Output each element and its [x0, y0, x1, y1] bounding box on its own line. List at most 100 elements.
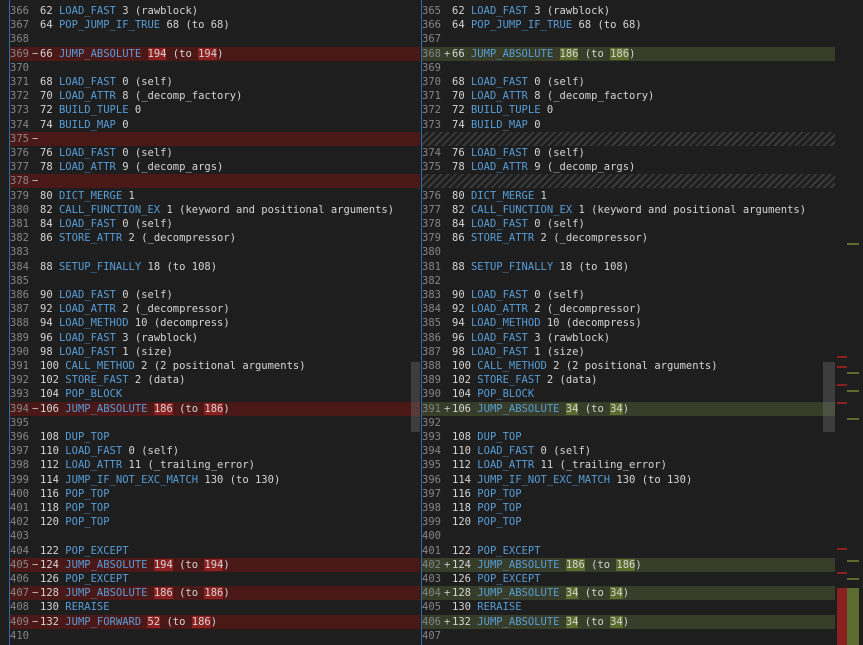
- code-line[interactable]: 384 88 SETUP_FINALLY 18 (to 108): [10, 260, 420, 274]
- code-line[interactable]: 390 104 POP_BLOCK: [422, 387, 835, 401]
- code-line[interactable]: 393 108 DUP_TOP: [422, 430, 835, 444]
- added-line[interactable]: 402 +124 JUMP_ABSOLUTE 186 (to 186): [422, 557, 835, 572]
- code-line[interactable]: 406 126 POP_EXCEPT: [10, 572, 420, 586]
- bytecode-offset: 82: [452, 203, 465, 216]
- code-line[interactable]: 377 78 LOAD_ATTR 9 (_decomp_args): [10, 160, 420, 174]
- code-line[interactable]: 401 118 POP_TOP: [10, 501, 420, 515]
- code-line[interactable]: 398 112 LOAD_ATTR 11 (_trailing_error): [10, 458, 420, 472]
- code-line[interactable]: 392: [422, 416, 835, 430]
- code-line[interactable]: 374 74 BUILD_MAP 0: [10, 118, 420, 132]
- code-line[interactable]: 365 62 LOAD_FAST 3 (rawblock): [422, 4, 835, 18]
- code-line[interactable]: 405 130 RERAISE: [422, 600, 835, 614]
- code-line[interactable]: 410: [10, 629, 420, 643]
- code-line[interactable]: 381 88 SETUP_FINALLY 18 (to 108): [422, 260, 835, 274]
- code-line[interactable]: 386 96 LOAD_FAST 3 (rawblock): [422, 331, 835, 345]
- code-line[interactable]: 367 64 POP_JUMP_IF_TRUE 68 (to 68): [10, 18, 420, 32]
- code-line[interactable]: 387 98 LOAD_FAST 1 (size): [422, 345, 835, 359]
- code-line[interactable]: 377 82 CALL_FUNCTION_EX 1 (keyword and po…: [422, 203, 835, 217]
- opcode-argument: 8: [122, 90, 129, 103]
- code-line[interactable]: 371 70 LOAD_ATTR 8 (_decomp_factory): [422, 89, 835, 103]
- code-line[interactable]: 385 94 LOAD_METHOD 10 (decompress): [422, 316, 835, 330]
- bytecode-offset: 88: [452, 260, 465, 273]
- code-line[interactable]: 370: [10, 61, 420, 75]
- alignment-gap[interactable]: [422, 174, 835, 189]
- code-line[interactable]: 390 98 LOAD_FAST 1 (size): [10, 345, 420, 359]
- code-line[interactable]: 407: [422, 629, 835, 643]
- code-line[interactable]: 400: [422, 529, 835, 543]
- code-line[interactable]: 389 96 LOAD_FAST 3 (rawblock): [10, 331, 420, 345]
- code-line[interactable]: 393 104 POP_BLOCK: [10, 387, 420, 401]
- code-line[interactable]: 373 74 BUILD_MAP 0: [422, 118, 835, 132]
- removed-line[interactable]: 375−: [10, 131, 420, 146]
- code-line[interactable]: 371 68 LOAD_FAST 0 (self): [10, 75, 420, 89]
- code-line[interactable]: 397 110 LOAD_FAST 0 (self): [10, 444, 420, 458]
- code-line[interactable]: 387 92 LOAD_ATTR 2 (_decompressor): [10, 302, 420, 316]
- code-line[interactable]: 404 122 POP_EXCEPT: [10, 544, 420, 558]
- removed-line[interactable]: 378−: [10, 174, 420, 189]
- code-line[interactable]: 369: [422, 61, 835, 75]
- code-line[interactable]: 399 114 JUMP_IF_NOT_EXC_MATCH 130 (to 130…: [10, 473, 420, 487]
- code-line[interactable]: 374 76 LOAD_FAST 0 (self): [422, 146, 835, 160]
- code-line[interactable]: 397 116 POP_TOP: [422, 487, 835, 501]
- code-line[interactable]: 380: [422, 245, 835, 259]
- modified-file-pane[interactable]: 365 62 LOAD_FAST 3 (rawblock) 366 64 POP_JU…: [422, 0, 835, 645]
- code-line[interactable]: 376 76 LOAD_FAST 0 (self): [10, 146, 420, 160]
- code-line[interactable]: 372 70 LOAD_ATTR 8 (_decomp_factory): [10, 89, 420, 103]
- code-line[interactable]: 403: [10, 529, 420, 543]
- removed-line[interactable]: 409−132 JUMP_FORWARD 52 (to 186): [10, 614, 420, 629]
- code-line[interactable]: 378 84 LOAD_FAST 0 (self): [422, 217, 835, 231]
- removed-line[interactable]: 405−124 JUMP_ABSOLUTE 194 (to 194): [10, 557, 420, 572]
- code-line[interactable]: 383: [10, 245, 420, 259]
- code-line[interactable]: 391 100 CALL_METHOD 2 (2 positional argum…: [10, 359, 420, 373]
- code-line[interactable]: 395: [10, 416, 420, 430]
- right-pane-scrollbar-thumb[interactable]: [823, 362, 835, 432]
- code-line[interactable]: 379 86 STORE_ATTR 2 (_decompressor): [422, 231, 835, 245]
- code-line[interactable]: 385: [10, 274, 420, 288]
- code-line[interactable]: 403 126 POP_EXCEPT: [422, 572, 835, 586]
- code-line[interactable]: 402 120 POP_TOP: [10, 515, 420, 529]
- diff-overview-ruler[interactable]: [835, 0, 863, 645]
- bytecode-offset: 112: [452, 459, 471, 472]
- code-line[interactable]: 395 112 LOAD_ATTR 11 (_trailing_error): [422, 458, 835, 472]
- code-line[interactable]: 381 84 LOAD_FAST 0 (self): [10, 217, 420, 231]
- code-line[interactable]: 375 78 LOAD_ATTR 9 (_decomp_args): [422, 160, 835, 174]
- code-line[interactable]: 399 120 POP_TOP: [422, 515, 835, 529]
- removed-line[interactable]: 394−106 JUMP_ABSOLUTE 186 (to 186): [10, 401, 420, 416]
- code-line[interactable]: 389 102 STORE_FAST 2 (data): [422, 373, 835, 387]
- code-line[interactable]: 398 118 POP_TOP: [422, 501, 835, 515]
- removed-line[interactable]: 369−66 JUMP_ABSOLUTE 194 (to 194): [10, 46, 420, 61]
- code-line[interactable]: 396 114 JUMP_IF_NOT_EXC_MATCH 130 (to 130…: [422, 473, 835, 487]
- left-pane-scrollbar-thumb[interactable]: [411, 362, 420, 432]
- code-line[interactable]: 396 108 DUP_TOP: [10, 430, 420, 444]
- original-file-pane[interactable]: 366 62 LOAD_FAST 3 (rawblock) 367 64 POP_JU…: [10, 0, 420, 645]
- code-line[interactable]: 394 110 LOAD_FAST 0 (self): [422, 444, 835, 458]
- alignment-gap[interactable]: [422, 131, 835, 146]
- code-line[interactable]: 368: [10, 32, 420, 46]
- removed-line[interactable]: 407−128 JUMP_ABSOLUTE 186 (to 186): [10, 586, 420, 601]
- code-line[interactable]: 383 90 LOAD_FAST 0 (self): [422, 288, 835, 302]
- code-line[interactable]: 366 64 POP_JUMP_IF_TRUE 68 (to 68): [422, 18, 835, 32]
- code-line[interactable]: 379 80 DICT_MERGE 1: [10, 189, 420, 203]
- added-line[interactable]: 406 +132 JUMP_ABSOLUTE 34 (to 34): [422, 614, 835, 629]
- code-line[interactable]: 366 62 LOAD_FAST 3 (rawblock): [10, 4, 420, 18]
- added-line[interactable]: 368 +66 JUMP_ABSOLUTE 186 (to 186): [422, 46, 835, 61]
- code-line[interactable]: 386 90 LOAD_FAST 0 (self): [10, 288, 420, 302]
- code-line[interactable]: 367: [422, 32, 835, 46]
- code-line[interactable]: 400 116 POP_TOP: [10, 487, 420, 501]
- line-number: 398: [422, 502, 441, 514]
- code-line[interactable]: 382: [422, 274, 835, 288]
- code-line[interactable]: 382 86 STORE_ATTR 2 (_decompressor): [10, 231, 420, 245]
- code-line[interactable]: 376 80 DICT_MERGE 1: [422, 189, 835, 203]
- code-line[interactable]: 384 92 LOAD_ATTR 2 (_decompressor): [422, 302, 835, 316]
- code-line[interactable]: 392 102 STORE_FAST 2 (data): [10, 373, 420, 387]
- code-line[interactable]: 408 130 RERAISE: [10, 600, 420, 614]
- code-line[interactable]: 380 82 CALL_FUNCTION_EX 1 (keyword and po…: [10, 203, 420, 217]
- code-line[interactable]: 370 68 LOAD_FAST 0 (self): [422, 75, 835, 89]
- added-line[interactable]: 404 +128 JUMP_ABSOLUTE 34 (to 34): [422, 586, 835, 601]
- added-line[interactable]: 391 +106 JUMP_ABSOLUTE 34 (to 34): [422, 401, 835, 416]
- code-line[interactable]: 388 94 LOAD_METHOD 10 (decompress): [10, 316, 420, 330]
- code-line[interactable]: 372 72 BUILD_TUPLE 0: [422, 103, 835, 117]
- code-line[interactable]: 401 122 POP_EXCEPT: [422, 544, 835, 558]
- code-line[interactable]: 373 72 BUILD_TUPLE 0: [10, 103, 420, 117]
- code-line[interactable]: 388 100 CALL_METHOD 2 (2 positional argum…: [422, 359, 835, 373]
